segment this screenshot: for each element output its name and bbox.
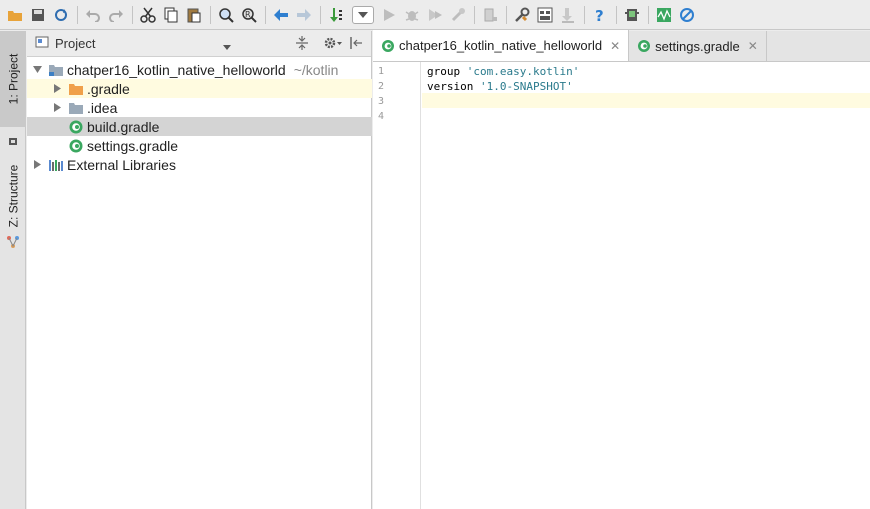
- paste-icon[interactable]: [183, 4, 205, 26]
- help-icon[interactable]: ?: [589, 4, 611, 26]
- chevron-right-icon[interactable]: [51, 102, 63, 114]
- run-config-dropdown[interactable]: [352, 5, 374, 24]
- gradle-file-icon: [381, 39, 395, 53]
- view-dropdown-icon[interactable]: [223, 39, 231, 54]
- tree-item-label: chatper16_kotlin_native_helloworld: [67, 61, 286, 78]
- project-panel-title: Project: [55, 36, 96, 51]
- profile-icon[interactable]: [447, 4, 469, 26]
- tree-item-settings-gradle[interactable]: settings.gradle: [27, 136, 372, 155]
- gradle-file-icon: [68, 119, 84, 135]
- code-string: 'com.easy.kotlin': [466, 65, 580, 78]
- editor-tab-label: settings.gradle: [655, 38, 740, 54]
- svg-text:R: R: [245, 10, 251, 19]
- line-number-gutter: 1 2 3 4: [373, 62, 421, 509]
- project-tab-icon: [8, 134, 18, 149]
- editor-tab-label: chatper16_kotlin_native_helloworld: [399, 38, 603, 53]
- line-number: 1: [378, 66, 385, 77]
- project-view-icon: [35, 36, 49, 51]
- redo-icon[interactable]: [105, 4, 127, 26]
- project-tool-tab[interactable]: 1: Project: [0, 31, 26, 127]
- structure-tab-icon: [7, 236, 19, 251]
- stop-icon[interactable]: [479, 4, 501, 26]
- tree-item-label: .idea: [87, 99, 118, 116]
- tree-item-external-libraries[interactable]: External Libraries: [27, 155, 372, 174]
- gradle-file-icon: [637, 39, 651, 53]
- svg-text:?: ?: [595, 7, 604, 23]
- editor-tab-build-gradle[interactable]: chatper16_kotlin_native_helloworld ✕: [373, 30, 630, 61]
- copy-icon[interactable]: [160, 4, 182, 26]
- sync-icon[interactable]: [50, 4, 72, 26]
- code-string: '1.0-SNAPSHOT': [479, 80, 573, 93]
- chevron-right-icon[interactable]: [31, 159, 43, 171]
- project-panel-header: Project: [27, 31, 371, 57]
- power-save-icon[interactable]: [676, 4, 698, 26]
- chevron-down-icon[interactable]: [31, 64, 43, 76]
- tree-item-project-root[interactable]: chatper16_kotlin_native_helloworld ~/kot…: [27, 60, 372, 79]
- main-toolbar: R ?: [0, 0, 870, 30]
- libraries-icon: [48, 157, 64, 173]
- folder-icon: [68, 100, 84, 116]
- tree-item-label: .gradle: [87, 80, 130, 97]
- save-icon[interactable]: [27, 4, 49, 26]
- toolbar-separator: [265, 5, 266, 24]
- tree-item-idea-folder[interactable]: .idea: [27, 98, 372, 117]
- project-tool-window: Project chatper16_kotlin_native_hellowor…: [27, 31, 372, 509]
- module-folder-icon: [48, 62, 64, 78]
- line-number: 4: [378, 111, 385, 122]
- gear-icon[interactable]: [323, 35, 343, 54]
- toolbar-separator: [77, 5, 78, 24]
- close-tab-icon[interactable]: ✕: [748, 39, 758, 53]
- open-folder-icon[interactable]: [4, 4, 26, 26]
- undo-icon[interactable]: [82, 4, 104, 26]
- tree-item-label: settings.gradle: [87, 137, 179, 154]
- line-number: 2: [378, 81, 385, 92]
- find-icon[interactable]: [215, 4, 237, 26]
- toolbar-separator: [474, 5, 475, 24]
- toolbar-separator: [320, 5, 321, 24]
- settings-icon[interactable]: [511, 4, 533, 26]
- toolbar-separator: [616, 5, 617, 24]
- back-icon[interactable]: [270, 4, 292, 26]
- toolbar-separator: [210, 5, 211, 24]
- structure-tool-tab-label: Z: Structure: [6, 164, 20, 228]
- replace-icon[interactable]: R: [238, 4, 260, 26]
- line-number: 3: [378, 96, 385, 107]
- editor-area: chatper16_kotlin_native_helloworld ✕ set…: [373, 30, 870, 509]
- orange-folder-icon: [68, 81, 84, 97]
- toolbar-separator: [648, 5, 649, 24]
- run-icon[interactable]: [378, 4, 400, 26]
- code-keyword: version: [427, 80, 480, 93]
- coverage-icon[interactable]: [424, 4, 446, 26]
- avd-manager-icon[interactable]: [621, 4, 643, 26]
- project-tool-tab-label: 1: Project: [6, 53, 21, 105]
- current-line-highlight: [422, 93, 870, 108]
- sdk-icon[interactable]: [557, 4, 579, 26]
- hide-panel-icon[interactable]: [349, 35, 363, 54]
- make-project-icon[interactable]: [325, 4, 347, 26]
- cut-icon[interactable]: [137, 4, 159, 26]
- editor-tab-bar: chatper16_kotlin_native_helloworld ✕ set…: [373, 30, 870, 62]
- code-keyword: group: [427, 65, 467, 78]
- monitor-icon[interactable]: [653, 4, 675, 26]
- toolbar-separator: [584, 5, 585, 24]
- project-structure-icon[interactable]: [534, 4, 556, 26]
- code-line[interactable]: version '1.0-SNAPSHOT': [427, 79, 573, 94]
- toolbar-separator: [506, 5, 507, 24]
- close-tab-icon[interactable]: ✕: [610, 39, 620, 53]
- chevron-right-icon[interactable]: [51, 83, 63, 95]
- structure-tool-tab[interactable]: Z: Structure: [0, 161, 26, 231]
- gradle-file-icon: [68, 138, 84, 154]
- toolbar-separator: [132, 5, 133, 24]
- tool-window-stripe: 1: Project Z: Structure: [0, 31, 26, 509]
- collapse-all-icon[interactable]: [295, 35, 309, 54]
- editor-tab-settings-gradle[interactable]: settings.gradle ✕: [629, 31, 767, 61]
- tree-item-label: build.gradle: [87, 118, 160, 135]
- tree-item-label: External Libraries: [67, 156, 176, 173]
- debug-icon[interactable]: [401, 4, 423, 26]
- tree-item-gradle-folder[interactable]: .gradle: [27, 79, 372, 98]
- code-line[interactable]: group 'com.easy.kotlin': [427, 64, 579, 79]
- forward-icon[interactable]: [293, 4, 315, 26]
- tree-item-path-hint: ~/kotlin: [293, 61, 339, 78]
- tree-item-build-gradle[interactable]: build.gradle: [27, 117, 372, 136]
